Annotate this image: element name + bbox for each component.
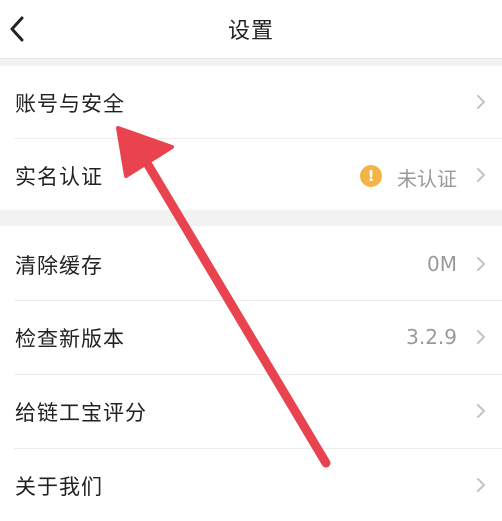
settings-item-label: 账号与安全 (15, 92, 125, 116)
nav-header: 设置 (0, 0, 502, 59)
settings-item-real-name[interactable]: 实名认证 ! 未认证 (0, 139, 502, 210)
settings-item-check-version[interactable]: 检查新版本 3.2.9 (0, 301, 502, 374)
settings-group-account: 账号与安全 实名认证 ! 未认证 (0, 66, 502, 210)
version-number: 3.2.9 (406, 325, 457, 349)
settings-item-label: 关于我们 (15, 475, 103, 499)
settings-item-label: 给链工宝评分 (15, 401, 147, 425)
chevron-right-icon (477, 257, 485, 271)
settings-item-label: 清除缓存 (15, 254, 103, 278)
settings-item-label: 实名认证 (15, 165, 103, 189)
settings-group-general: 清除缓存 0M 检查新版本 3.2.9 给链工宝评分 关于我们 (0, 226, 502, 521)
settings-item-account-security[interactable]: 账号与安全 (0, 66, 502, 138)
chevron-right-icon (477, 330, 485, 344)
settings-item-rate-app[interactable]: 给链工宝评分 (0, 375, 502, 448)
cache-size: 0M (427, 252, 457, 276)
verification-status: 未认证 (397, 167, 457, 191)
page-title: 设置 (227, 19, 274, 44)
settings-item-clear-cache[interactable]: 清除缓存 0M (0, 226, 502, 300)
chevron-right-icon (477, 95, 485, 109)
chevron-right-icon (477, 168, 485, 182)
warning-icon: ! (360, 165, 382, 187)
chevron-right-icon (477, 478, 485, 492)
settings-item-about-us[interactable]: 关于我们 (0, 449, 502, 521)
settings-item-label: 检查新版本 (15, 327, 125, 351)
chevron-right-icon (477, 404, 485, 418)
